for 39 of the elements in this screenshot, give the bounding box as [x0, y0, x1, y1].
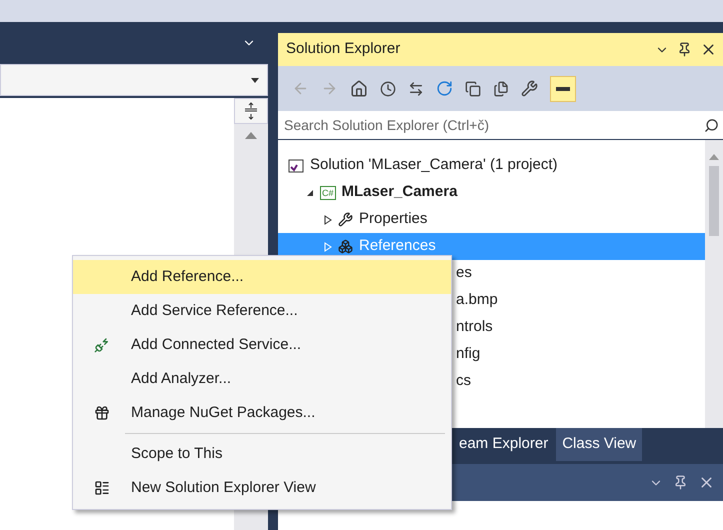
pin-icon[interactable]	[677, 42, 692, 57]
plug-icon	[94, 337, 110, 353]
menu-item[interactable]: Scope to This	[73, 437, 451, 471]
scroll-thumb[interactable]	[709, 166, 719, 236]
tree-item[interactable]: Properties	[278, 206, 705, 233]
menu-item[interactable]: Add Connected Service...	[73, 328, 451, 362]
clock-icon[interactable]	[380, 80, 396, 96]
pin-icon[interactable]	[673, 475, 688, 490]
menu-item[interactable]: Add Reference...	[73, 260, 451, 294]
scrollbar[interactable]	[705, 140, 723, 428]
scroll-up-icon[interactable]	[245, 132, 257, 139]
gift-icon	[94, 405, 110, 421]
tree-item[interactable]: C# MLaser_Camera	[278, 179, 705, 206]
search-icon[interactable]	[704, 118, 719, 132]
minus-icon	[556, 86, 570, 90]
show-all-files-icon[interactable]	[493, 80, 509, 96]
panel-tab[interactable]: eam Explorer	[453, 428, 554, 461]
tree-item[interactable]: Solution 'MLaser_Camera' (1 project)	[278, 152, 705, 179]
expanded-arrow-icon[interactable]	[306, 188, 314, 196]
menu-item[interactable]: Manage NuGet Packages...	[73, 396, 451, 430]
wrench-icon	[338, 212, 353, 227]
references-icon	[338, 239, 353, 254]
wrench-icon[interactable]	[521, 80, 538, 97]
sync-icon[interactable]	[408, 80, 424, 96]
refresh-icon[interactable]	[436, 80, 453, 97]
menu-item[interactable]: New Solution Explorer View	[73, 471, 451, 505]
menu-item[interactable]: Add Analyzer...	[73, 362, 451, 396]
window-list-icon	[94, 480, 110, 496]
preview-toggle[interactable]	[550, 76, 576, 102]
menu-item[interactable]: Add Service Reference...	[73, 294, 451, 328]
panel-header: Solution Explorer	[278, 33, 723, 66]
csharp-project-icon: C#	[320, 186, 336, 200]
home-icon[interactable]	[350, 80, 368, 98]
collapsed-arrow-icon[interactable]	[324, 214, 332, 224]
panel-tab[interactable]: Class View	[556, 428, 642, 461]
caret-icon	[251, 78, 259, 82]
solution-icon	[288, 158, 304, 172]
split-icon[interactable]	[234, 98, 268, 124]
collapse-all-icon[interactable]	[465, 80, 481, 96]
